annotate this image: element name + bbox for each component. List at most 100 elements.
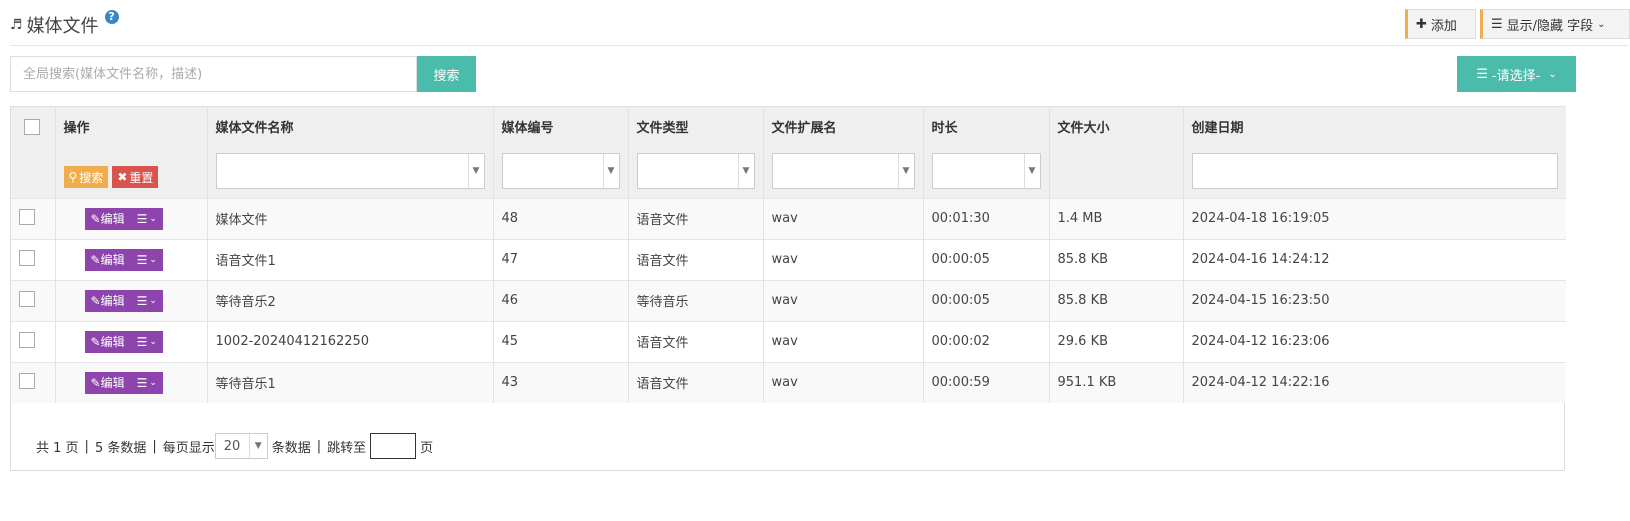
more-actions-dropdown[interactable]: ☰ ⌄ (131, 208, 163, 230)
jump-page-input[interactable] (370, 433, 417, 459)
divider: | (152, 438, 157, 454)
created-filter-input[interactable] (1191, 153, 1558, 189)
page-title: ♬ 媒体文件 ? (10, 10, 119, 38)
row-select-cell (11, 197, 56, 239)
cell-name: 1002-20240412162250 (207, 320, 494, 362)
cell-ext: wav (763, 279, 924, 321)
cell-created: 2024-04-12 16:23:06 (1183, 320, 1566, 362)
list-icon: ☰ (136, 252, 148, 267)
table-row: ✎ 编辑 ☰ ⌄ 等待音乐2 46 等待音乐 wav 00:00:05 85.8 K… (11, 279, 1566, 321)
header-duration: 时长 ▼ (923, 107, 1050, 198)
select-dropdown-button[interactable]: ☰ -请选择- ⌄ (1457, 56, 1576, 92)
page-size-value: 20 (223, 438, 241, 454)
id-filter-select[interactable]: ▼ (501, 153, 620, 189)
row-checkbox[interactable] (19, 249, 35, 266)
filter-search-label: 搜索 (79, 170, 104, 185)
jump-label: 跳转至 (327, 440, 367, 456)
add-button-label: 添加 (1430, 18, 1457, 34)
row-actions-cell: ✎ 编辑 ☰ ⌄ (55, 361, 208, 403)
filter-search-button[interactable]: ⚲ 搜索 (63, 166, 109, 188)
caret-down-icon: ▼ (1023, 154, 1040, 188)
divider: | (84, 438, 89, 454)
row-select-cell (11, 361, 56, 403)
cell-created: 2024-04-15 16:23:50 (1183, 279, 1566, 321)
table-row: ✎ 编辑 ☰ ⌄ 等待音乐1 43 语音文件 wav 00:00:59 951.1 … (11, 361, 1566, 403)
select-all-checkbox[interactable] (24, 119, 40, 135)
chevron-down-icon: ⌄ (149, 254, 157, 265)
per-page-suffix: 条数据 (271, 440, 311, 456)
cell-created: 2024-04-16 14:24:12 (1183, 238, 1566, 280)
edit-label: 编辑 (100, 253, 125, 267)
chevron-down-icon: ⌄ (149, 377, 157, 388)
row-checkbox[interactable] (19, 331, 35, 348)
chevron-down-icon: ⌄ (149, 336, 157, 347)
toggle-fields-button[interactable]: ☰ 显示/隐藏 字段 ⌄ (1480, 9, 1630, 39)
cell-size: 951.1 KB (1049, 361, 1184, 403)
caret-down-icon: ▼ (897, 154, 914, 188)
cell-type: 等待音乐 (628, 279, 764, 321)
list-icon: ☰ (136, 293, 148, 308)
chevron-down-icon: ⌄ (1597, 18, 1606, 30)
row-actions-cell: ✎ 编辑 ☰ ⌄ (55, 320, 208, 362)
cell-duration: 00:00:02 (923, 320, 1050, 362)
row-actions-cell: ✎ 编辑 ☰ ⌄ (55, 197, 208, 239)
column-label: 媒体文件名称 (215, 121, 294, 136)
header-size: 文件大小 (1049, 107, 1184, 198)
per-page-prefix: 每页显示 (162, 440, 215, 456)
global-search-input[interactable] (10, 56, 417, 92)
edit-button[interactable]: ✎ 编辑 (85, 372, 131, 394)
cell-ext: wav (763, 361, 924, 403)
edit-button-group: ✎ 编辑 ☰ ⌄ (84, 371, 163, 394)
type-filter-select[interactable]: ▼ (636, 153, 755, 189)
duration-filter-select[interactable]: ▼ (931, 153, 1041, 189)
pagination: 共 1 页 | 5 条数据 | 每页显示 20 ▼ 条数据 | 跳转至 页 (36, 433, 433, 459)
caret-down-icon: ▼ (602, 154, 619, 188)
cell-duration: 00:00:59 (923, 361, 1050, 403)
header-created: 创建日期 (1183, 107, 1566, 198)
more-actions-dropdown[interactable]: ☰ ⌄ (131, 372, 163, 394)
cell-id: 45 (493, 320, 629, 362)
header-ext: 文件扩展名 ▼ (763, 107, 924, 198)
edit-icon: ✎ (90, 211, 101, 226)
row-checkbox[interactable] (19, 208, 35, 225)
more-actions-dropdown[interactable]: ☰ ⌄ (131, 331, 163, 353)
column-label: 创建日期 (1191, 121, 1244, 136)
more-actions-dropdown[interactable]: ☰ ⌄ (131, 290, 163, 312)
edit-label: 编辑 (100, 212, 125, 226)
name-filter-select[interactable]: ▼ (215, 153, 485, 189)
chevron-down-icon: ⌄ (1548, 68, 1557, 80)
header-id: 媒体编号 ▼ (493, 107, 629, 198)
row-checkbox[interactable] (19, 290, 35, 307)
page-size-select[interactable]: 20 ▼ (214, 433, 268, 459)
edit-button[interactable]: ✎ 编辑 (85, 331, 131, 353)
edit-label: 编辑 (100, 294, 125, 308)
column-label: 文件扩展名 (771, 121, 837, 136)
question-circle-icon[interactable]: ? (104, 10, 119, 24)
edit-button-group: ✎ 编辑 ☰ ⌄ (84, 330, 163, 353)
cell-ext: wav (763, 197, 924, 239)
music-note-icon: ♬ (10, 17, 23, 33)
page-header: ♬ 媒体文件 ? ✚ 添加 ☰ 显示/隐藏 字段 ⌄ (10, 6, 1630, 46)
cell-ext: wav (763, 320, 924, 362)
edit-button[interactable]: ✎ 编辑 (85, 208, 131, 230)
edit-icon: ✎ (90, 252, 101, 267)
filter-reset-button[interactable]: ✖ 重置 (112, 166, 159, 188)
edit-button[interactable]: ✎ 编辑 (85, 249, 131, 271)
global-search-button[interactable]: 搜索 (417, 56, 476, 92)
cell-type: 语音文件 (628, 197, 764, 239)
add-button[interactable]: ✚ 添加 (1405, 9, 1476, 39)
row-checkbox[interactable] (19, 372, 35, 389)
row-actions-cell: ✎ 编辑 ☰ ⌄ (55, 279, 208, 321)
edit-icon: ✎ (90, 293, 101, 308)
ext-filter-select[interactable]: ▼ (771, 153, 915, 189)
chevron-down-icon: ⌄ (149, 295, 157, 306)
more-actions-dropdown[interactable]: ☰ ⌄ (131, 249, 163, 271)
column-label: 文件大小 (1057, 121, 1110, 136)
caret-down-icon: ▼ (467, 154, 484, 188)
edit-button[interactable]: ✎ 编辑 (85, 290, 131, 312)
total-items: 5 条数据 (94, 440, 147, 456)
cell-type: 语音文件 (628, 320, 764, 362)
cell-type: 语音文件 (628, 361, 764, 403)
cell-duration: 00:00:05 (923, 279, 1050, 321)
select-dropdown-label: -请选择- (1491, 68, 1541, 84)
